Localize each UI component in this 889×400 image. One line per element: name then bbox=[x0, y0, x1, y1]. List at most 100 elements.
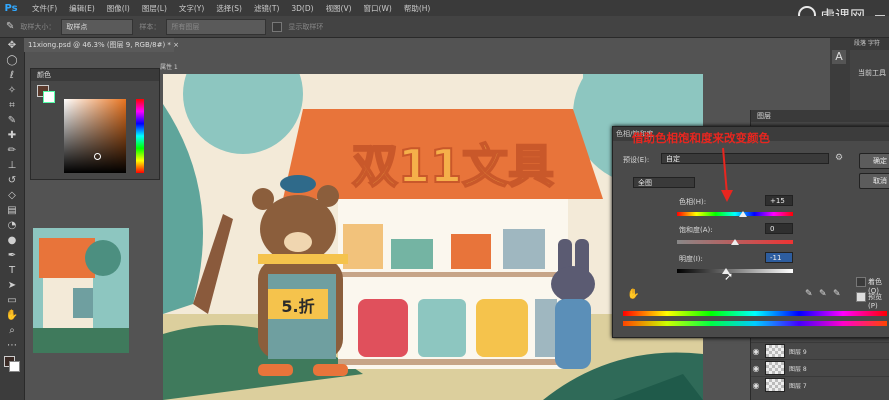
price-tag-text: 5.折 bbox=[281, 297, 314, 316]
show-ring-checkbox[interactable] bbox=[272, 21, 283, 32]
zoom-tool-icon[interactable]: ⌕ bbox=[4, 324, 20, 338]
hand-tool-icon[interactable]: ✋ bbox=[4, 309, 20, 323]
dodge-tool-icon[interactable]: ● bbox=[4, 234, 20, 248]
blur-tool-icon[interactable]: ◔ bbox=[4, 219, 20, 233]
eraser-tool-icon[interactable]: ◇ bbox=[4, 189, 20, 203]
layer-thumbnail bbox=[765, 361, 785, 375]
hue-slider[interactable] bbox=[136, 99, 144, 173]
close-tab-icon[interactable]: × bbox=[173, 41, 179, 49]
layer-name: 图层 9 bbox=[789, 348, 807, 356]
marquee-tool-icon[interactable]: ◯ bbox=[4, 54, 20, 68]
preset-options-icon[interactable]: ⚙ bbox=[835, 153, 843, 163]
eye-icon[interactable]: ◉ bbox=[751, 381, 761, 390]
more-tools-icon[interactable]: ⋯ bbox=[4, 339, 20, 353]
paragraph-tab[interactable]: 段落 bbox=[854, 40, 866, 47]
current-tool-label: 当前工具 bbox=[858, 69, 886, 77]
color-panel: 颜色 bbox=[30, 68, 160, 180]
layer-row[interactable]: ◉ 图层 8 bbox=[751, 359, 889, 376]
photoshop-logo: Ps bbox=[4, 2, 18, 14]
layer-thumbnail bbox=[765, 378, 785, 392]
menu-type[interactable]: 文字(Y) bbox=[173, 3, 210, 14]
pen-tool-icon[interactable]: ✒ bbox=[4, 249, 20, 263]
path-select-icon[interactable]: ➤ bbox=[4, 279, 20, 293]
saturation-label: 饱和度(A): bbox=[679, 226, 713, 234]
menu-image[interactable]: 图像(I) bbox=[101, 3, 136, 14]
character-panel: 段落 字符 当前工具 bbox=[850, 38, 889, 118]
lasso-tool-icon[interactable]: ℓ bbox=[4, 69, 20, 83]
healing-tool-icon[interactable]: ✚ bbox=[4, 129, 20, 143]
lightness-value-field[interactable]: -11 bbox=[765, 252, 793, 263]
eyedropper-plus-icon[interactable]: ✎ bbox=[819, 289, 827, 299]
menu-bar: Ps 文件(F) 编辑(E) 图像(I) 图层(L) 文字(Y) 选择(S) 滤… bbox=[0, 0, 889, 16]
mouse-cursor-icon: ➚ bbox=[724, 270, 734, 283]
hue-value-field[interactable]: +15 bbox=[765, 195, 793, 206]
character-icon[interactable]: A bbox=[832, 50, 846, 64]
options-bar: ✎ 取样大小： 取样点 样本： 所有图层 显示取样环 bbox=[0, 16, 889, 38]
hue-slider-knob[interactable] bbox=[739, 211, 747, 217]
sample-size-label: 取样大小： bbox=[20, 22, 56, 31]
preset-label: 预设(E): bbox=[623, 156, 650, 164]
sample-select[interactable]: 所有图层 bbox=[166, 18, 267, 35]
output-spectrum-bar bbox=[623, 321, 887, 326]
lightness-slider-track[interactable] bbox=[677, 269, 793, 273]
sample-label: 样本： bbox=[139, 22, 161, 31]
hue-slider-track[interactable] bbox=[677, 212, 793, 216]
sign-text: 双11文具 bbox=[352, 139, 554, 193]
menu-help[interactable]: 帮助(H) bbox=[398, 3, 437, 14]
background-swatch[interactable] bbox=[9, 361, 20, 372]
bg-color-swatch[interactable] bbox=[43, 91, 55, 103]
gradient-tool-icon[interactable]: ▤ bbox=[4, 204, 20, 218]
shape-tool-icon[interactable]: ▭ bbox=[4, 294, 20, 308]
eyedropper-icon[interactable]: ✎ bbox=[805, 289, 813, 299]
stamp-tool-icon[interactable]: ⊥ bbox=[4, 159, 20, 173]
colorize-checkbox[interactable] bbox=[856, 277, 866, 287]
cancel-button[interactable]: 取消 bbox=[859, 173, 889, 189]
move-tool-icon[interactable]: ✥ bbox=[4, 39, 20, 53]
sample-size-select[interactable]: 取样点 bbox=[61, 18, 134, 35]
ok-button[interactable]: 确定 bbox=[859, 153, 889, 169]
annotation-arrow-icon bbox=[721, 147, 733, 202]
color-picker-ring[interactable] bbox=[94, 153, 101, 160]
menu-file[interactable]: 文件(F) bbox=[26, 3, 63, 14]
show-ring-label: 显示取样环 bbox=[288, 22, 324, 31]
layer-thumbnail bbox=[765, 344, 785, 358]
eyedropper-minus-icon[interactable]: ✎ bbox=[833, 289, 841, 299]
magic-wand-icon[interactable]: ✧ bbox=[4, 84, 20, 98]
eye-icon[interactable]: ◉ bbox=[751, 364, 761, 373]
menu-view[interactable]: 视图(V) bbox=[320, 3, 358, 14]
menu-window[interactable]: 窗口(W) bbox=[358, 3, 398, 14]
crop-tool-icon[interactable]: ⌗ bbox=[4, 99, 20, 113]
menu-layer[interactable]: 图层(L) bbox=[136, 3, 173, 14]
eyedropper-icon[interactable]: ✎ bbox=[6, 21, 14, 32]
saturation-slider-knob[interactable] bbox=[731, 239, 739, 245]
document-tab-title: 11xiong.psd @ 46.3% (图层 9, RGB/8#) * bbox=[28, 41, 171, 49]
layer-row[interactable]: ◉ 图层 7 bbox=[751, 376, 889, 393]
layer-name: 图层 7 bbox=[789, 382, 807, 390]
layer-name: 图层 8 bbox=[789, 365, 807, 373]
history-brush-icon[interactable]: ↺ bbox=[4, 174, 20, 188]
properties-tab[interactable]: 属性 1 bbox=[160, 62, 220, 72]
eyedropper-tool-icon[interactable]: ✎ bbox=[4, 114, 20, 128]
thumbnail-art bbox=[33, 228, 129, 353]
hue-label: 色相(H): bbox=[679, 198, 707, 206]
document-tab[interactable]: 11xiong.psd @ 46.3% (图层 9, RGB/8#) * × bbox=[24, 38, 179, 52]
layers-tab[interactable]: 图层 bbox=[751, 110, 889, 122]
navigator-thumbnail bbox=[33, 228, 129, 353]
preset-select[interactable]: 自定 bbox=[661, 153, 829, 164]
menu-select[interactable]: 选择(S) bbox=[210, 3, 248, 14]
brush-tool-icon[interactable]: ✏ bbox=[4, 144, 20, 158]
menu-3d[interactable]: 3D(D) bbox=[285, 4, 319, 13]
channel-select[interactable]: 全图 bbox=[633, 177, 695, 188]
eye-icon[interactable]: ◉ bbox=[751, 347, 761, 356]
color-field[interactable] bbox=[64, 99, 126, 173]
saturation-value-field[interactable]: 0 bbox=[765, 223, 793, 234]
layer-row[interactable]: ◉ 图层 9 bbox=[751, 342, 889, 359]
preview-checkbox[interactable] bbox=[856, 292, 866, 302]
targeted-adjust-icon[interactable]: ✋ bbox=[627, 289, 639, 300]
character-tab[interactable]: 字符 bbox=[868, 40, 880, 47]
fg-bg-colors[interactable] bbox=[4, 354, 20, 374]
menu-edit[interactable]: 编辑(E) bbox=[63, 3, 101, 14]
type-tool-icon[interactable]: T bbox=[4, 264, 20, 278]
lightness-label: 明度(I): bbox=[679, 255, 703, 263]
menu-filter[interactable]: 滤镜(T) bbox=[248, 3, 285, 14]
